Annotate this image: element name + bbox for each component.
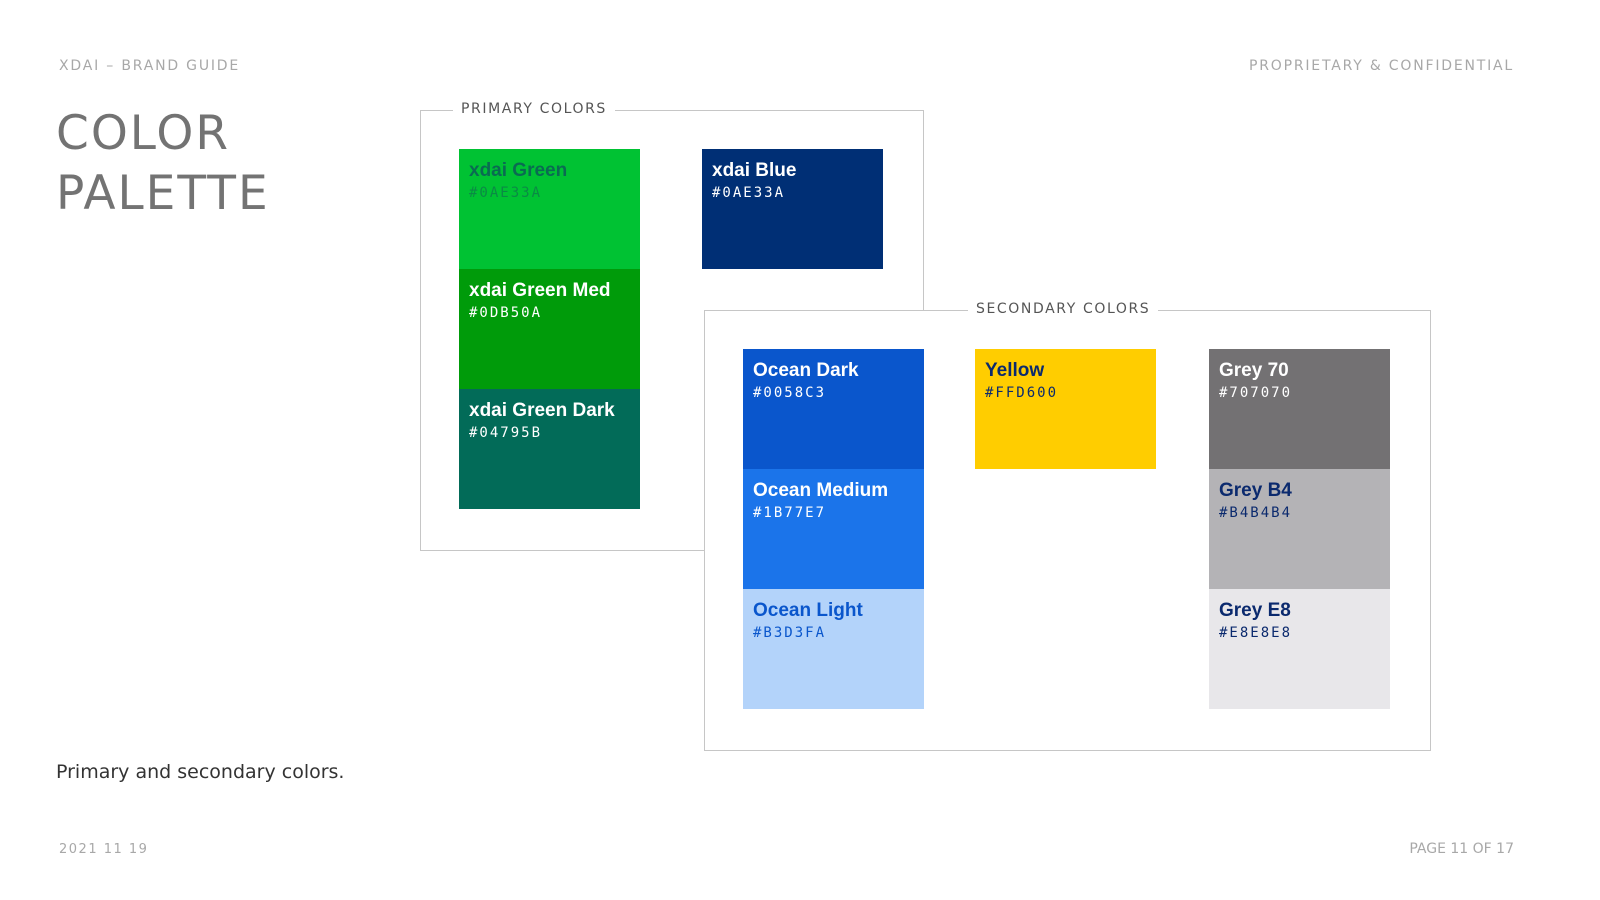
green-swatch-column: xdai Green #0AE33A xdai Green Med #0DB50A xd…: [459, 149, 640, 509]
color-swatch: Grey 70 #707070: [1209, 349, 1390, 469]
color-swatch: Grey E8 #E8E8E8: [1209, 589, 1390, 709]
swatch-hex-code: #E8E8E8: [1219, 625, 1293, 641]
page-title-line-1: COLOR: [56, 106, 230, 161]
swatch-color-name: Ocean Medium: [753, 480, 889, 501]
slide-caption: Primary and secondary colors.: [56, 761, 345, 783]
page-title-line-2: PALETTE: [56, 166, 270, 221]
swatch-hex-code: #0DB50A: [469, 305, 543, 321]
color-swatch: xdai Green #0AE33A: [459, 149, 640, 269]
swatch-color-name: Grey B4: [1219, 480, 1292, 501]
color-swatch: Ocean Light #B3D3FA: [743, 589, 924, 709]
swatch-hex-code: #0AE33A: [712, 185, 786, 201]
primary-colors-label: PRIMARY COLORS: [453, 101, 615, 117]
color-swatch: Yellow #FFD600: [975, 349, 1156, 469]
swatch-hex-code: #B3D3FA: [753, 625, 827, 641]
blue-swatch-column: xdai Blue #0AE33A: [702, 149, 883, 269]
page-title: COLOR PALETTE: [56, 104, 270, 224]
color-swatch: Grey B4 #B4B4B4: [1209, 469, 1390, 589]
color-swatch: Ocean Dark #0058C3: [743, 349, 924, 469]
swatch-color-name: xdai Green Dark: [469, 400, 615, 421]
swatch-color-name: Yellow: [985, 360, 1045, 381]
swatch-hex-code: #B4B4B4: [1219, 505, 1293, 521]
color-swatch: xdai Green Med #0DB50A: [459, 269, 640, 389]
color-swatch: Ocean Medium #1B77E7: [743, 469, 924, 589]
swatch-hex-code: #FFD600: [985, 385, 1059, 401]
swatch-color-name: Grey E8: [1219, 600, 1291, 621]
brand-guide-label: XDAI – BRAND GUIDE: [59, 58, 241, 74]
swatch-hex-code: #0AE33A: [469, 185, 543, 201]
swatch-hex-code: #0058C3: [753, 385, 827, 401]
yellow-swatch-column: Yellow #FFD600: [975, 349, 1156, 469]
color-swatch: xdai Blue #0AE33A: [702, 149, 883, 269]
swatch-color-name: xdai Green: [469, 160, 568, 181]
swatch-color-name: xdai Blue: [712, 160, 797, 181]
page-number: PAGE 11 OF 17: [1409, 841, 1514, 857]
swatch-hex-code: #707070: [1219, 385, 1293, 401]
date-label: 2021 11 19: [59, 842, 149, 857]
swatch-color-name: Ocean Light: [753, 600, 863, 621]
swatch-color-name: Ocean Dark: [753, 360, 859, 381]
ocean-swatch-column: Ocean Dark #0058C3 Ocean Medium #1B77E7 Ocea…: [743, 349, 924, 709]
grey-swatch-column: Grey 70 #707070 Grey B4 #B4B4B4 Grey E8 #E8E8…: [1209, 349, 1390, 709]
color-swatch: xdai Green Dark #04795B: [459, 389, 640, 509]
swatch-color-name: xdai Green Med: [469, 280, 611, 301]
swatch-color-name: Grey 70: [1219, 360, 1289, 381]
secondary-colors-label: SECONDARY COLORS: [968, 301, 1159, 317]
swatch-hex-code: #1B77E7: [753, 505, 827, 521]
swatch-hex-code: #04795B: [469, 425, 543, 441]
confidential-label: PROPRIETARY & CONFIDENTIAL: [1249, 58, 1514, 74]
